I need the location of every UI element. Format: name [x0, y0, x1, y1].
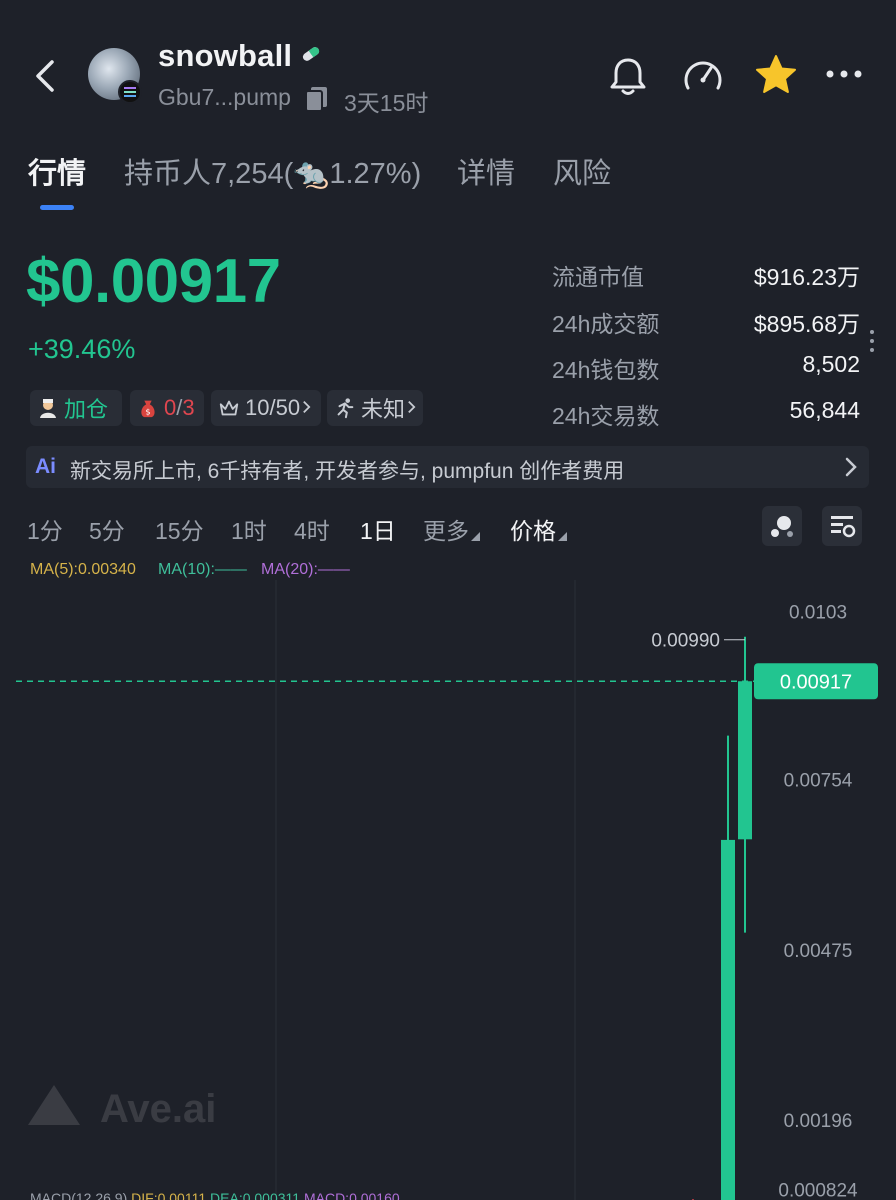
svg-text:$: $: [145, 406, 150, 416]
crown-icon: [217, 396, 241, 420]
price-change: +39.46%: [28, 334, 136, 364]
ave-watermark: Ave.ai: [28, 1085, 216, 1131]
crown-chip[interactable]: 10/50: [211, 390, 321, 426]
y-axis-tick-label: 0.00196: [784, 1111, 853, 1132]
y-axis-tick-label: 0.00754: [784, 771, 853, 792]
watermark-text: Ave.ai: [100, 1087, 216, 1131]
person-icon: [36, 396, 60, 420]
crown-value: 10/50: [245, 395, 301, 420]
stat-label-market-cap: 流通市值: [552, 264, 644, 290]
chart-settings-icon: [831, 516, 856, 538]
price-chart[interactable]: Ave.ai 0.0103 0.00754 0.00475 0.00196 0.00082…: [0, 580, 896, 1200]
chevron-right-icon: [407, 395, 416, 421]
y-axis-tick-label: 0.000824: [778, 1181, 858, 1200]
runner-icon: [333, 396, 357, 420]
bubbles-icon: [771, 516, 793, 537]
timeframe-15m[interactable]: 15分: [155, 512, 204, 546]
money-bag-icon: $: [136, 396, 160, 420]
tab-indicator: [40, 205, 74, 210]
bell-icon[interactable]: [606, 54, 650, 98]
ave-logo-icon: [28, 1085, 80, 1125]
high-annotation-label: 0.00990: [651, 631, 720, 652]
chain-badge-icon: [118, 80, 142, 104]
timeframe-1m[interactable]: 1分: [27, 512, 63, 546]
timeframe-more[interactable]: 更多: [423, 512, 480, 546]
macd-legend: MACD(12,26,9) DIF:0.00111 DEA:0.000311 M…: [30, 1190, 400, 1200]
token-name: snowball: [158, 38, 293, 73]
candle-body: [721, 839, 735, 1200]
tab-details[interactable]: 详情: [457, 150, 515, 192]
ma5-label: MA(5):0.00340: [30, 561, 136, 578]
vertical-dots-icon[interactable]: [868, 328, 876, 354]
ma20-label: MA(20):——: [261, 561, 350, 578]
chevron-right-icon: [845, 457, 857, 477]
chart-type-price-label: 价格: [510, 518, 556, 544]
current-price-tag-label: 0.00917: [780, 671, 852, 693]
runner-chip[interactable]: 未知: [327, 390, 423, 426]
timeframe-1d[interactable]: 1日: [360, 512, 396, 546]
stat-value-volume: $895.68万: [753, 311, 860, 337]
tab-holders[interactable]: 持币人7,254(🐀1.27%): [124, 150, 421, 192]
timeframe-5m[interactable]: 5分: [89, 512, 125, 546]
token-age: 3天15时: [344, 90, 429, 116]
add-position-button[interactable]: 加仓: [30, 390, 122, 426]
dropdown-triangle-icon: [471, 532, 480, 541]
stat-label-trades: 24h交易数: [552, 403, 660, 429]
candle-body: [738, 681, 752, 840]
macd-dea: DEA:0.000311: [210, 1190, 301, 1200]
stat-label-wallets: 24h钱包数: [552, 357, 660, 383]
stat-value-trades: 56,844: [789, 397, 860, 423]
runner-value: 未知: [361, 397, 406, 422]
y-axis-tick-label: 0.0103: [789, 602, 847, 623]
dropdown-triangle-icon: [558, 532, 567, 541]
ai-icon: Ai: [35, 455, 56, 478]
back-icon[interactable]: [28, 56, 62, 96]
tab-risk[interactable]: 风险: [553, 150, 611, 192]
more-icon[interactable]: [824, 64, 864, 84]
bag-count-current: 0: [164, 395, 177, 420]
ma10-label: MA(10):——: [158, 561, 247, 578]
pill-icon: [302, 47, 320, 61]
stat-value-wallets: 8,502: [802, 351, 860, 377]
current-price: $0.00917: [26, 247, 281, 316]
copy-icon[interactable]: [302, 84, 332, 112]
bag-count-total: 3: [182, 395, 195, 420]
timeframe-more-label: 更多: [423, 518, 469, 544]
token-address: Gbu7...pump: [158, 84, 291, 110]
star-icon[interactable]: [754, 54, 798, 96]
stat-value-market-cap: $916.23万: [753, 264, 860, 290]
timeframe-1h[interactable]: 1时: [231, 512, 267, 546]
chart-settings-button[interactable]: [822, 506, 862, 546]
indicator-settings-button[interactable]: [762, 506, 802, 546]
chevron-right-icon: [302, 395, 311, 421]
timeframe-4h[interactable]: 4时: [294, 512, 330, 546]
tab-market[interactable]: 行情: [28, 150, 86, 192]
stat-label-volume: 24h成交额: [552, 311, 660, 337]
macd-dif: DIF:0.00111: [131, 1190, 207, 1200]
ai-summary-text: 新交易所上市, 6千持有者, 开发者参与, pumpfun 创作者费用: [70, 460, 625, 483]
bag-chip[interactable]: $ 0/3: [130, 390, 204, 426]
y-axis-tick-label: 0.00475: [784, 941, 853, 962]
gauge-icon[interactable]: [680, 54, 726, 98]
macd-value: MACD:0.00160: [303, 1190, 400, 1200]
chart-type-price[interactable]: 价格: [510, 512, 567, 546]
macd-label: MACD(12,26,9): [30, 1190, 128, 1200]
add-position-label: 加仓: [64, 397, 109, 422]
